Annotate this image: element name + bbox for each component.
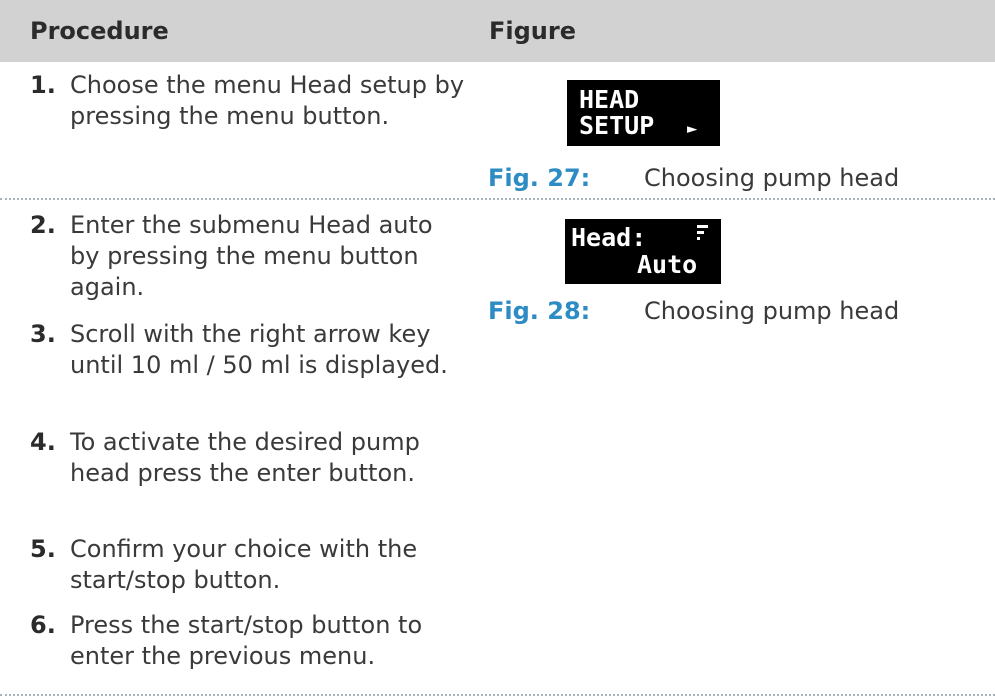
step-number: 1. — [30, 71, 56, 99]
step-text: To activate the desired pump head press … — [70, 428, 420, 487]
figure-column-header: Figure — [489, 17, 576, 45]
bottom-separator — [0, 694, 995, 696]
step-number: 2. — [30, 211, 56, 239]
figure-label: Fig. 28: — [488, 297, 591, 325]
table-header: Procedure Figure — [0, 0, 995, 62]
lcd-line-1: HEAD — [579, 85, 640, 114]
row-separator — [0, 198, 995, 200]
figure-caption-text: Choosing pump head — [644, 297, 900, 325]
step-number: 3. — [30, 320, 56, 348]
figure-caption-27: Fig. 27: Choosing pump head — [488, 163, 899, 194]
lcd-line-2: SETUP — [579, 111, 655, 140]
step-text: Press the start/stop button to enter the… — [70, 611, 423, 670]
step-text: Choose the menu Head setup by pressing t… — [70, 71, 465, 130]
lcd-display-head-auto: Head: Auto — [565, 219, 721, 284]
step-text: Confirm your choice with the start/stop … — [70, 535, 418, 594]
signal-strength-icon — [697, 225, 708, 240]
figure-caption-28: Fig. 28: Choosing pump head — [488, 296, 899, 327]
right-arrow-icon: ► — [687, 119, 698, 139]
lcd-line-2: Auto — [637, 250, 698, 279]
step-text: Enter the submenu Head auto by pressing … — [70, 211, 433, 301]
figure-caption-text: Choosing pump head — [644, 164, 900, 192]
step-number: 4. — [30, 428, 56, 456]
step-number: 5. — [30, 535, 56, 563]
lcd-line-1: Head: — [571, 223, 647, 252]
step-text: Scroll with the right arrow key until 10… — [70, 320, 448, 379]
procedure-column-header: Procedure — [30, 17, 169, 45]
step-number: 6. — [30, 611, 56, 639]
lcd-display-head-setup: HEAD SETUP ► — [567, 80, 720, 146]
figure-label: Fig. 27: — [488, 164, 591, 192]
